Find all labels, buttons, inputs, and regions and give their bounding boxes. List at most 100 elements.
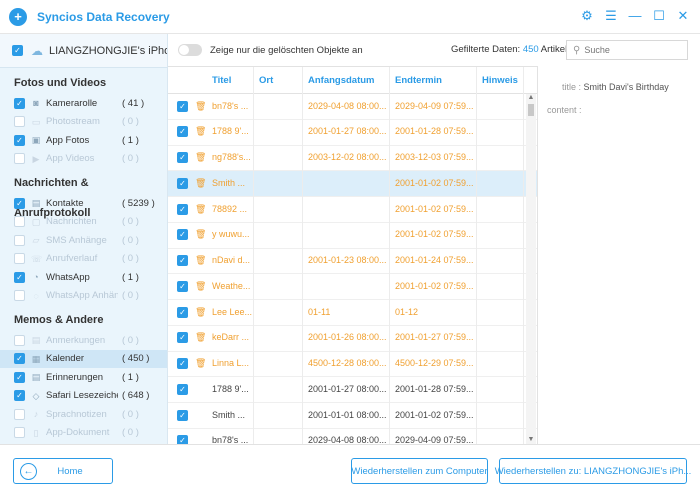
table-row[interactable]: ✓ 🗑 1788 9'... 2001-01-27 08:00... 2001-01-2… xyxy=(168,119,537,146)
maximize-icon[interactable]: ☐ xyxy=(652,9,666,23)
sidebar-item-checkbox[interactable] xyxy=(14,290,25,302)
sidebar-item-checkbox[interactable] xyxy=(14,408,25,420)
settings-icon[interactable]: ⚙ xyxy=(580,9,594,23)
cell-note xyxy=(477,428,524,444)
table-row[interactable]: ✓ 🗑 Linna L... 4500-12-28 08:00... 4500-12-2… xyxy=(168,351,537,378)
sidebar-item-count: ( 648 ) xyxy=(122,390,150,402)
row-checkbox[interactable]: ✓ xyxy=(177,358,188,369)
row-checkbox[interactable]: ✓ xyxy=(177,280,188,292)
table-row[interactable]: ✓ 🗑 ng788's... 2003-12-02 08:00... 2003-12-0… xyxy=(168,145,537,172)
table-row[interactable]: ✓ 🗑 Weathe... 2001-01-02 07:59... xyxy=(168,273,537,300)
sidebar-item-label: App-Dokument xyxy=(46,427,110,439)
sidebar-item-count: ( 450 ) xyxy=(122,353,150,365)
sidebar-item-kamerarolle[interactable]: ✓ ◙ Kamerarolle ( 41 ) xyxy=(0,94,167,113)
sidebar-item-checkbox[interactable]: ✓ xyxy=(14,371,25,383)
sidebar-item-checkbox[interactable] xyxy=(14,253,25,265)
sidebar-item-anrufverlauf[interactable]: ☏ Anrufverlauf ( 0 ) xyxy=(0,250,167,269)
sidebar-item-checkbox[interactable] xyxy=(14,234,25,246)
table-row[interactable]: ✓ 1788 9'... 2001-01-27 08:00... 2001-01-28… xyxy=(168,376,537,403)
sidebar-item-checkbox[interactable]: ✓ xyxy=(14,197,25,209)
sidebar-item-checkbox[interactable]: ✓ xyxy=(14,353,25,365)
table-row[interactable]: ✓ 🗑 78892 ... 2001-01-02 07:59... xyxy=(168,196,537,223)
sidebar-item-checkbox[interactable] xyxy=(14,153,25,165)
app-title: Syncios Data Recovery xyxy=(37,9,170,24)
table-row[interactable]: ✓ 🗑 y wuwu... 2001-01-02 07:59... xyxy=(168,222,537,249)
cell-note xyxy=(477,402,524,429)
scroll-thumb[interactable] xyxy=(528,104,534,116)
column-header-start-date[interactable]: Anfangsdatum xyxy=(303,67,390,94)
scroll-up-icon[interactable]: ▲ xyxy=(526,94,536,102)
row-checkbox[interactable]: ✓ xyxy=(177,409,188,421)
row-checkbox[interactable]: ✓ xyxy=(177,177,188,189)
row-checkbox[interactable]: ✓ xyxy=(177,100,188,112)
sidebar-item-checkbox[interactable]: ✓ xyxy=(14,271,25,283)
sidebar-item-checkbox[interactable]: ✓ xyxy=(14,97,25,109)
cell-end-date: 4500-12-29 07:59... xyxy=(390,351,477,377)
whatsapp-icon: ◔ xyxy=(33,272,39,283)
sidebar-item-erinnerungen[interactable]: ✓ ▤ Erinnerungen ( 1 ) xyxy=(0,368,167,387)
sidebar-item-kalender[interactable]: ✓ ▦ Kalender ( 450 ) xyxy=(0,349,167,368)
sidebar-item-safari-lesezeichen[interactable]: ✓ ◇ Safari Lesezeichen ( 648 ) xyxy=(0,387,167,406)
sidebar-item-checkbox[interactable] xyxy=(14,427,25,439)
search-box[interactable]: ⚲ xyxy=(566,40,688,60)
table-row[interactable]: ✓ 🗑 Lee Lee... 01-11 01-12 xyxy=(168,299,537,326)
restore-to-computer-button[interactable]: Wiederherstellen zum Computer xyxy=(351,458,488,484)
sidebar-item-checkbox[interactable]: ✓ xyxy=(14,390,25,402)
sidebar-item-photostream[interactable]: ▭ Photostream ( 0 ) xyxy=(0,113,167,132)
sidebar-item-anmerkungen[interactable]: ▤ Anmerkungen ( 0 ) xyxy=(0,331,167,350)
sidebar-item-whatsapp[interactable]: ✓ ◔ WhatsApp ( 1 ) xyxy=(0,268,167,287)
sidebar-item-app-dokument[interactable]: ▯ App-Dokument ( 0 ) xyxy=(0,424,167,443)
row-checkbox-cell: ✓ xyxy=(168,377,195,403)
table-scrollbar[interactable]: ▲ ▼ xyxy=(526,94,536,444)
sidebar-item-count: ( 0 ) xyxy=(122,234,139,246)
sidebar-item-sms-anh-nge[interactable]: ▱ SMS Anhänge ( 0 ) xyxy=(0,231,167,250)
cell-title: bn78's ... xyxy=(207,93,254,120)
sidebar-item-sprachnotizen[interactable]: ♪ Sprachnotizen ( 0 ) xyxy=(0,405,167,424)
home-button[interactable]: ← Home xyxy=(13,458,113,484)
whatsapp-attachment-icon: ◌ xyxy=(33,290,39,301)
column-header-note[interactable]: Hinweis xyxy=(477,67,524,94)
row-checkbox[interactable]: ✓ xyxy=(177,332,188,344)
table-row[interactable]: ✓ 🗑 bn78's ... 2029-04-08 08:00... 2029-04-0… xyxy=(168,93,537,120)
close-icon[interactable]: ✕ xyxy=(676,9,690,23)
scroll-down-icon[interactable]: ▼ xyxy=(526,436,536,444)
search-input[interactable] xyxy=(584,45,681,55)
menu-icon[interactable]: ☰ xyxy=(604,9,618,23)
cell-end-date: 2001-01-02 07:59... xyxy=(390,170,477,197)
table-row[interactable]: ✓ 🗑 keDarr ... 2001-01-26 08:00... 2001-01-2… xyxy=(168,325,537,352)
filtered-count-suffix: Artikel xyxy=(538,44,568,55)
row-checkbox[interactable]: ✓ xyxy=(177,152,188,163)
device-checkbox[interactable]: ✓ xyxy=(12,45,23,56)
table-row[interactable]: ✓ bn78's ... 2029-04-08 08:00... 2029-04-09… xyxy=(168,428,537,444)
sidebar-item-checkbox[interactable] xyxy=(14,216,25,228)
sidebar-item-checkbox[interactable]: ✓ xyxy=(14,134,25,146)
row-checkbox[interactable]: ✓ xyxy=(177,435,188,444)
cell-end-date: 01-12 xyxy=(390,299,477,326)
sidebar-item-checkbox[interactable] xyxy=(14,116,25,128)
sidebar-item-app-videos[interactable]: ▶ App Videos ( 0 ) xyxy=(0,150,167,169)
deleted-only-toggle[interactable] xyxy=(178,44,202,56)
bookmark-icon: ◇ xyxy=(32,390,40,401)
row-checkbox[interactable]: ✓ xyxy=(177,383,188,395)
row-checkbox[interactable]: ✓ xyxy=(177,229,188,241)
sidebar-item-count: ( 0 ) xyxy=(122,290,139,302)
cell-title: Weathe... xyxy=(207,273,254,300)
sidebar-item-app-fotos[interactable]: ✓ ▣ App Fotos ( 1 ) xyxy=(0,131,167,150)
device-row[interactable]: ✓ ☁ LIANGZHONGJIE's iPhone xyxy=(0,34,167,68)
column-header-location[interactable]: Ort xyxy=(254,67,303,94)
row-checkbox[interactable]: ✓ xyxy=(177,306,188,318)
row-checkbox[interactable]: ✓ xyxy=(177,255,188,266)
cell-note xyxy=(477,93,524,120)
table-row[interactable]: ✓ 🗑 Smith ... 2001-01-02 07:59... xyxy=(168,170,537,197)
table-row[interactable]: ✓ 🗑 nDavi d... 2001-01-23 08:00... 2001-01-2… xyxy=(168,248,537,275)
row-checkbox[interactable]: ✓ xyxy=(177,126,188,138)
sidebar-item-whatsapp-anh-n[interactable]: ◌ WhatsApp Anhän... ( 0 ) xyxy=(0,287,167,306)
minimize-icon[interactable]: — xyxy=(628,9,642,23)
sidebar-item-checkbox[interactable] xyxy=(14,334,25,346)
table-row[interactable]: ✓ Smith ... 2001-01-01 08:00... 2001-01-02 … xyxy=(168,402,537,429)
row-checkbox[interactable]: ✓ xyxy=(177,203,188,215)
restore-to-device-button[interactable]: Wiederherstellen zu: LIANGZHONGJIE's iPh… xyxy=(495,458,691,484)
column-header-end-date[interactable]: Endtermin xyxy=(390,67,477,94)
sidebar-item-label: Anrufverlauf xyxy=(46,253,98,265)
column-header-title[interactable]: Titel xyxy=(207,67,254,94)
